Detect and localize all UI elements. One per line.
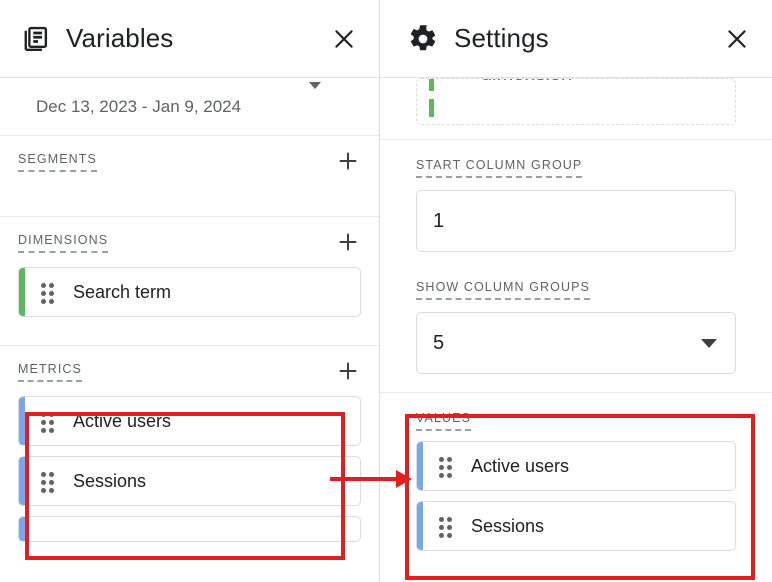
start-column-group-section: START COLUMN GROUP 1 <box>380 140 772 256</box>
gear-icon <box>406 22 440 56</box>
metric-chip-active-users[interactable]: Active users <box>18 396 361 446</box>
dimensions-label: DIMENSIONS <box>18 233 109 253</box>
metrics-list: Active users Sessions <box>18 396 361 542</box>
start-column-group-field: START COLUMN GROUP 1 <box>380 156 772 252</box>
chevron-down-icon <box>701 338 717 348</box>
values-list: Active users Sessions <box>416 441 736 551</box>
drag-handle-icon[interactable] <box>439 457 457 478</box>
show-column-groups-value: 5 <box>433 331 445 354</box>
start-column-group-input[interactable]: 1 <box>416 190 736 252</box>
start-column-group-label: START COLUMN GROUP <box>416 158 583 178</box>
drag-handle-icon[interactable] <box>41 472 59 493</box>
dimension-chip-search-term[interactable]: Search term <box>18 267 361 317</box>
dropzone-accent-bar <box>429 79 434 91</box>
variables-panel: Variables Dec 13, 2023 - Jan 9, 2024 SEG… <box>0 0 380 582</box>
dimension-dropzone[interactable]: dimension <box>416 78 736 125</box>
variables-panel-title: Variables <box>66 23 174 53</box>
metric-chip-partial[interactable] <box>18 516 361 542</box>
date-range-selector[interactable]: Dec 13, 2023 - Jan 9, 2024 <box>0 78 379 136</box>
values-section: VALUES Active users Sessions <box>380 393 772 579</box>
value-chip-label: Active users <box>471 455 570 476</box>
screenshot-root: Variables Dec 13, 2023 - Jan 9, 2024 SEG… <box>0 0 772 582</box>
values-label: VALUES <box>416 411 472 431</box>
dimension-chip-label: Search term <box>73 281 172 302</box>
value-chip-active-users[interactable]: Active users <box>416 441 736 491</box>
settings-panel-title: Settings <box>454 23 549 53</box>
start-column-group-value: 1 <box>433 209 445 232</box>
metrics-section: METRICS Active users Sessions <box>0 346 379 560</box>
dropzone-label: dimension <box>481 79 572 86</box>
metrics-label: METRICS <box>18 362 82 382</box>
library-books-icon <box>18 22 52 56</box>
show-column-groups-select[interactable]: 5 <box>416 312 736 374</box>
segments-header: SEGMENTS <box>18 152 361 174</box>
dimensions-section: DIMENSIONS Search term <box>0 217 379 346</box>
dropzone-accent-bar <box>429 99 434 117</box>
date-range-value: Dec 13, 2023 - Jan 9, 2024 <box>36 96 242 116</box>
metric-chip-label: Active users <box>73 410 172 431</box>
chevron-down-icon <box>309 82 321 89</box>
show-column-groups-field: SHOW COLUMN GROUPS 5 <box>380 278 772 374</box>
segments-label: SEGMENTS <box>18 152 97 172</box>
value-chip-label: Sessions <box>471 515 545 536</box>
values-field: VALUES Active users Sessions <box>380 409 772 551</box>
close-icon[interactable] <box>720 22 754 56</box>
drag-handle-icon[interactable] <box>41 412 59 433</box>
drag-handle-icon[interactable] <box>41 283 59 304</box>
segments-section: SEGMENTS <box>0 136 379 217</box>
settings-panel-header: Settings <box>380 0 772 78</box>
close-icon[interactable] <box>327 22 361 56</box>
metrics-header: METRICS <box>18 362 361 384</box>
add-dimension-button[interactable] <box>335 229 361 255</box>
dimension-dropzone-section: dimension <box>380 78 772 140</box>
dimensions-header: DIMENSIONS <box>18 233 361 255</box>
drag-handle-icon[interactable] <box>439 517 457 538</box>
metric-chip-sessions[interactable]: Sessions <box>18 456 361 506</box>
value-chip-sessions[interactable]: Sessions <box>416 501 736 551</box>
show-column-groups-label: SHOW COLUMN GROUPS <box>416 280 590 300</box>
add-metric-button[interactable] <box>335 358 361 384</box>
variables-panel-header: Variables <box>0 0 379 78</box>
show-column-groups-section: SHOW COLUMN GROUPS 5 <box>380 256 772 393</box>
metric-chip-label: Sessions <box>73 470 147 491</box>
settings-panel: Settings dimension START COLUMN GROUP 1 <box>380 0 772 582</box>
add-segment-button[interactable] <box>335 148 361 174</box>
